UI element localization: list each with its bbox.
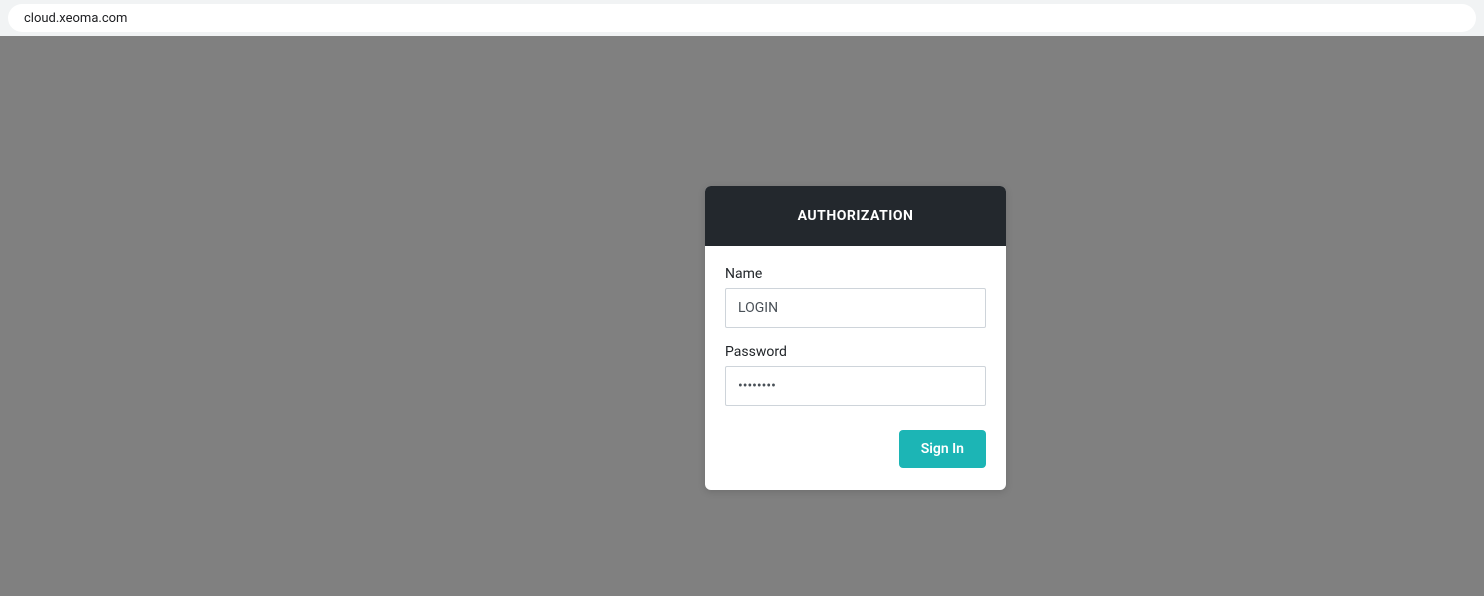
url-text: cloud.xeoma.com xyxy=(24,11,127,26)
password-group: Password xyxy=(725,344,986,406)
button-row: Sign In xyxy=(725,430,986,468)
authorization-header: AUTHORIZATION xyxy=(705,186,1006,246)
name-input[interactable] xyxy=(725,288,986,328)
password-input[interactable] xyxy=(725,366,986,406)
name-group: Name xyxy=(725,266,986,328)
browser-chrome: cloud.xeoma.com xyxy=(0,0,1484,36)
authorization-body: Name Password Sign In xyxy=(705,246,1006,490)
signin-button[interactable]: Sign In xyxy=(899,430,986,468)
authorization-card: AUTHORIZATION Name Password Sign In xyxy=(705,186,1006,490)
name-label: Name xyxy=(725,266,986,282)
page-content: AUTHORIZATION Name Password Sign In xyxy=(0,36,1484,596)
address-bar[interactable]: cloud.xeoma.com xyxy=(8,4,1476,32)
password-label: Password xyxy=(725,344,986,360)
